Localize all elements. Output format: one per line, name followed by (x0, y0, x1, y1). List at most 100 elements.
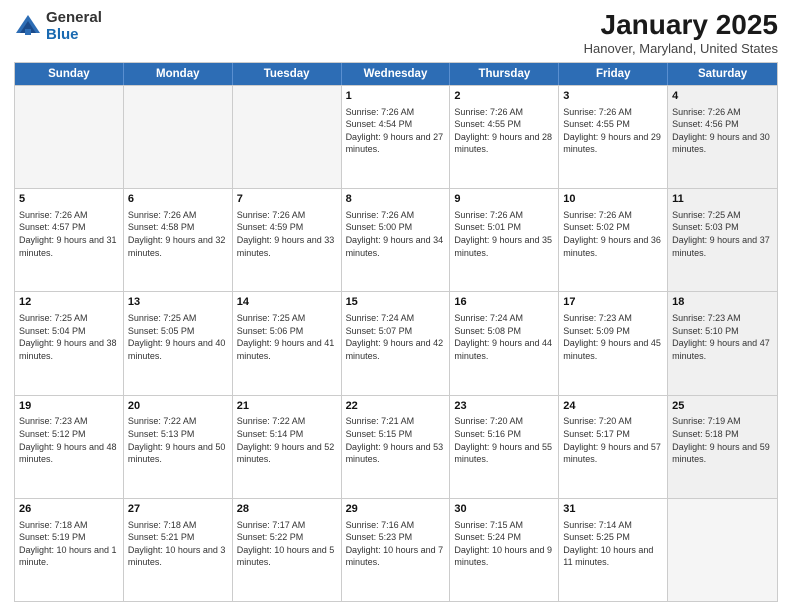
day-cell-17: 17 Sunrise: 7:23 AM Sunset: 5:09 PM Dayli… (559, 292, 668, 394)
header-cell-saturday: Saturday (668, 63, 777, 85)
title-block: January 2025 Hanover, Maryland, United S… (584, 10, 778, 56)
day-number: 29 (346, 502, 446, 517)
day-info: Sunrise: 7:26 AM Sunset: 4:55 PM Dayligh… (563, 106, 663, 156)
day-number: 28 (237, 502, 337, 517)
day-cell-18: 18 Sunrise: 7:23 AM Sunset: 5:10 PM Dayli… (668, 292, 777, 394)
day-info: Sunrise: 7:26 AM Sunset: 4:59 PM Dayligh… (237, 209, 337, 259)
day-info: Sunrise: 7:19 AM Sunset: 5:18 PM Dayligh… (672, 415, 773, 465)
calendar: SundayMondayTuesdayWednesdayThursdayFrid… (14, 62, 778, 602)
calendar-subtitle: Hanover, Maryland, United States (584, 41, 778, 56)
day-cell-20: 20Sunrise: 7:22 AM Sunset: 5:13 PM Dayli… (124, 396, 233, 498)
day-info: Sunrise: 7:16 AM Sunset: 5:23 PM Dayligh… (346, 519, 446, 569)
day-info: Sunrise: 7:25 AM Sunset: 5:04 PM Dayligh… (19, 312, 119, 362)
day-info: Sunrise: 7:17 AM Sunset: 5:22 PM Dayligh… (237, 519, 337, 569)
day-number: 25 (672, 399, 773, 414)
day-info: Sunrise: 7:14 AM Sunset: 5:25 PM Dayligh… (563, 519, 663, 569)
day-number: 1 (346, 89, 446, 104)
day-cell-9: 9Sunrise: 7:26 AM Sunset: 5:01 PM Daylig… (450, 189, 559, 291)
header-cell-sunday: Sunday (15, 63, 124, 85)
day-cell-5: 5 Sunrise: 7:26 AM Sunset: 4:57 PM Daylig… (15, 189, 124, 291)
day-info: Sunrise: 7:18 AM Sunset: 5:21 PM Dayligh… (128, 519, 228, 569)
day-cell-24: 24Sunrise: 7:20 AM Sunset: 5:17 PM Dayli… (559, 396, 668, 498)
page: General Blue January 2025 Hanover, Maryl… (0, 0, 792, 612)
day-number: 30 (454, 502, 554, 517)
day-number: 20 (128, 399, 228, 414)
day-cell-2: 2Sunrise: 7:26 AM Sunset: 4:55 PM Daylig… (450, 86, 559, 188)
week-row-4: 19Sunrise: 7:23 AM Sunset: 5:12 PM Dayli… (15, 395, 777, 498)
day-number: 14 (237, 295, 337, 310)
day-cell-6: 6 Sunrise: 7:26 AM Sunset: 4:58 PM Daylig… (124, 189, 233, 291)
day-cell-4: 4 Sunrise: 7:26 AM Sunset: 4:56 PM Daylig… (668, 86, 777, 188)
day-info: Sunrise: 7:20 AM Sunset: 5:16 PM Dayligh… (454, 415, 554, 465)
calendar-header: SundayMondayTuesdayWednesdayThursdayFrid… (15, 63, 777, 85)
day-info: Sunrise: 7:24 AM Sunset: 5:08 PM Dayligh… (454, 312, 554, 362)
day-number: 6 (128, 192, 228, 207)
day-info: Sunrise: 7:21 AM Sunset: 5:15 PM Dayligh… (346, 415, 446, 465)
day-cell-7: 7 Sunrise: 7:26 AM Sunset: 4:59 PM Daylig… (233, 189, 342, 291)
day-cell-1: 1Sunrise: 7:26 AM Sunset: 4:54 PM Daylig… (342, 86, 451, 188)
day-cell-30: 30Sunrise: 7:15 AM Sunset: 5:24 PM Dayli… (450, 499, 559, 601)
week-row-5: 26Sunrise: 7:18 AM Sunset: 5:19 PM Dayli… (15, 498, 777, 601)
day-number: 21 (237, 399, 337, 414)
day-info: Sunrise: 7:23 AM Sunset: 5:10 PM Dayligh… (672, 312, 773, 362)
day-cell-25: 25Sunrise: 7:19 AM Sunset: 5:18 PM Dayli… (668, 396, 777, 498)
day-number: 12 (19, 295, 119, 310)
day-number: 19 (19, 399, 119, 414)
logo-general: General (46, 10, 102, 27)
logo-blue: Blue (46, 27, 102, 44)
week-row-1: 1Sunrise: 7:26 AM Sunset: 4:54 PM Daylig… (15, 85, 777, 188)
day-cell-28: 28 Sunrise: 7:17 AM Sunset: 5:22 PM Dayli… (233, 499, 342, 601)
day-cell-3: 3Sunrise: 7:26 AM Sunset: 4:55 PM Daylig… (559, 86, 668, 188)
day-cell-16: 16 Sunrise: 7:24 AM Sunset: 5:08 PM Dayli… (450, 292, 559, 394)
day-number: 8 (346, 192, 446, 207)
day-cell-21: 21Sunrise: 7:22 AM Sunset: 5:14 PM Dayli… (233, 396, 342, 498)
day-info: Sunrise: 7:20 AM Sunset: 5:17 PM Dayligh… (563, 415, 663, 465)
day-number: 23 (454, 399, 554, 414)
day-number: 15 (346, 295, 446, 310)
day-cell-8: 8 Sunrise: 7:26 AM Sunset: 5:00 PM Daylig… (342, 189, 451, 291)
day-info: Sunrise: 7:26 AM Sunset: 4:56 PM Dayligh… (672, 106, 773, 156)
day-cell-19: 19Sunrise: 7:23 AM Sunset: 5:12 PM Dayli… (15, 396, 124, 498)
day-number: 11 (672, 192, 773, 207)
day-info: Sunrise: 7:22 AM Sunset: 5:13 PM Dayligh… (128, 415, 228, 465)
day-number: 10 (563, 192, 663, 207)
day-number: 17 (563, 295, 663, 310)
day-info: Sunrise: 7:23 AM Sunset: 5:09 PM Dayligh… (563, 312, 663, 362)
day-number: 22 (346, 399, 446, 414)
day-number: 18 (672, 295, 773, 310)
day-cell-empty (15, 86, 124, 188)
day-number: 7 (237, 192, 337, 207)
day-number: 24 (563, 399, 663, 414)
header: General Blue January 2025 Hanover, Maryl… (14, 10, 778, 56)
day-info: Sunrise: 7:18 AM Sunset: 5:19 PM Dayligh… (19, 519, 119, 569)
week-row-3: 12 Sunrise: 7:25 AM Sunset: 5:04 PM Dayli… (15, 291, 777, 394)
day-cell-15: 15 Sunrise: 7:24 AM Sunset: 5:07 PM Dayli… (342, 292, 451, 394)
day-info: Sunrise: 7:26 AM Sunset: 5:02 PM Dayligh… (563, 209, 663, 259)
header-cell-friday: Friday (559, 63, 668, 85)
day-cell-empty (668, 499, 777, 601)
day-number: 5 (19, 192, 119, 207)
day-number: 4 (672, 89, 773, 104)
day-number: 9 (454, 192, 554, 207)
day-number: 27 (128, 502, 228, 517)
day-info: Sunrise: 7:25 AM Sunset: 5:03 PM Dayligh… (672, 209, 773, 259)
day-cell-14: 14 Sunrise: 7:25 AM Sunset: 5:06 PM Dayli… (233, 292, 342, 394)
day-info: Sunrise: 7:26 AM Sunset: 5:00 PM Dayligh… (346, 209, 446, 259)
day-cell-23: 23Sunrise: 7:20 AM Sunset: 5:16 PM Dayli… (450, 396, 559, 498)
day-cell-10: 10 Sunrise: 7:26 AM Sunset: 5:02 PM Dayli… (559, 189, 668, 291)
day-info: Sunrise: 7:25 AM Sunset: 5:06 PM Dayligh… (237, 312, 337, 362)
day-number: 31 (563, 502, 663, 517)
header-cell-monday: Monday (124, 63, 233, 85)
day-cell-31: 31 Sunrise: 7:14 AM Sunset: 5:25 PM Dayli… (559, 499, 668, 601)
header-cell-tuesday: Tuesday (233, 63, 342, 85)
day-cell-12: 12 Sunrise: 7:25 AM Sunset: 5:04 PM Dayli… (15, 292, 124, 394)
day-info: Sunrise: 7:24 AM Sunset: 5:07 PM Dayligh… (346, 312, 446, 362)
day-cell-empty (233, 86, 342, 188)
day-cell-22: 22Sunrise: 7:21 AM Sunset: 5:15 PM Dayli… (342, 396, 451, 498)
week-row-2: 5 Sunrise: 7:26 AM Sunset: 4:57 PM Daylig… (15, 188, 777, 291)
day-info: Sunrise: 7:23 AM Sunset: 5:12 PM Dayligh… (19, 415, 119, 465)
day-info: Sunrise: 7:26 AM Sunset: 4:58 PM Dayligh… (128, 209, 228, 259)
day-number: 16 (454, 295, 554, 310)
day-cell-27: 27 Sunrise: 7:18 AM Sunset: 5:21 PM Dayli… (124, 499, 233, 601)
day-info: Sunrise: 7:26 AM Sunset: 4:57 PM Dayligh… (19, 209, 119, 259)
